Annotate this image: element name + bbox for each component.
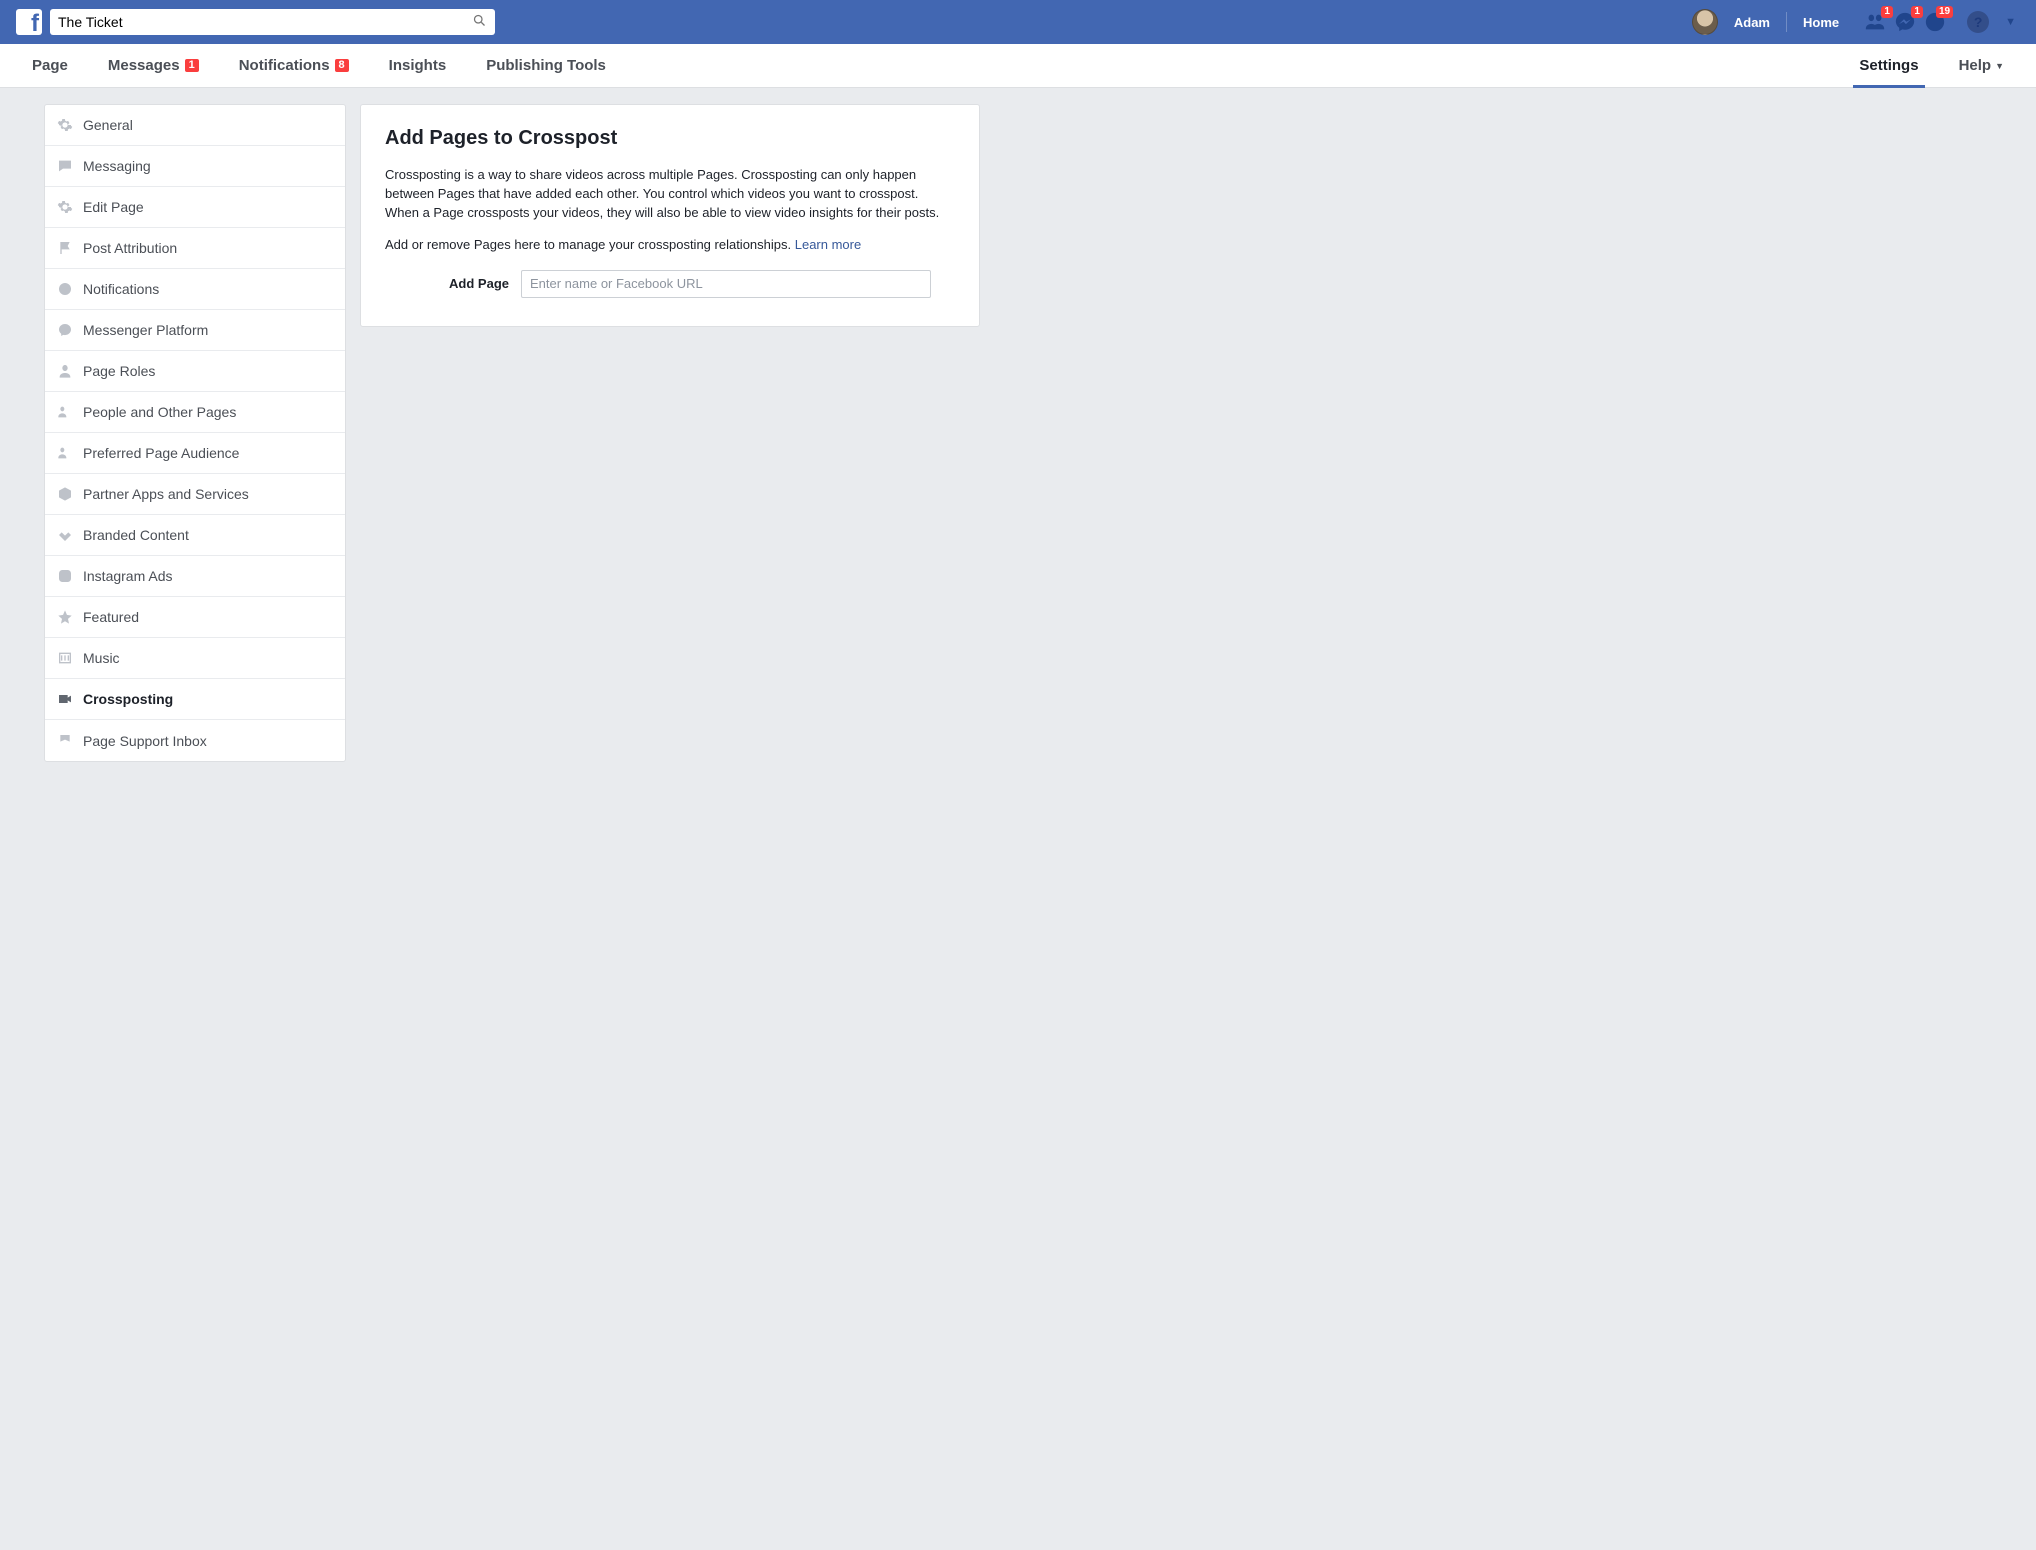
sidebar-item-edit-page[interactable]: Edit Page	[45, 187, 345, 228]
notifications-icon[interactable]: 19	[1921, 8, 1949, 36]
search-wrap	[50, 9, 495, 35]
page-title: Add Pages to Crosspost	[385, 127, 955, 150]
help-icon[interactable]: ?	[1967, 11, 1989, 33]
topbar-right: Adam Home 1 1 19 ? ▼	[1692, 8, 2020, 36]
facebook-logo[interactable]: f	[16, 9, 42, 35]
sidebar-item-label: Messenger Platform	[83, 322, 208, 338]
chevron-down-icon: ▼	[1995, 61, 2004, 71]
sidebar-item-label: Featured	[83, 609, 139, 625]
spacer	[626, 44, 1839, 87]
tab-help[interactable]: Help▼	[1939, 44, 2024, 87]
gear-icon	[57, 199, 73, 215]
sidebar-item-page-roles[interactable]: Page Roles	[45, 351, 345, 392]
sidebar-item-label: Notifications	[83, 281, 159, 297]
person-icon	[57, 363, 73, 379]
add-page-label: Add Page	[409, 276, 509, 291]
sidebar-item-partner-apps[interactable]: Partner Apps and Services	[45, 474, 345, 515]
tab-label: Messages	[108, 57, 180, 74]
settings-menu-caret-icon[interactable]: ▼	[2005, 16, 2016, 28]
sidebar-item-music[interactable]: Music	[45, 638, 345, 679]
friend-requests-icon[interactable]: 1	[1861, 8, 1889, 36]
sidebar-item-branded-content[interactable]: Branded Content	[45, 515, 345, 556]
tab-label: Publishing Tools	[486, 57, 606, 74]
profile-link[interactable]: Adam	[1724, 15, 1780, 30]
description: Crossposting is a way to share videos ac…	[385, 166, 955, 223]
people-icon	[57, 404, 73, 420]
tab-insights[interactable]: Insights	[369, 44, 467, 87]
avatar[interactable]	[1692, 9, 1718, 35]
page-tabs: Page Messages 1 Notifications 8 Insights P…	[0, 44, 2036, 88]
gear-icon	[57, 117, 73, 133]
sidebar-item-label: Post Attribution	[83, 240, 177, 256]
sidebar-item-featured[interactable]: Featured	[45, 597, 345, 638]
flag-icon	[57, 240, 73, 256]
sidebar-item-label: Preferred Page Audience	[83, 445, 239, 461]
messages-count-badge: 1	[185, 59, 199, 72]
search-input[interactable]	[50, 9, 495, 35]
messenger-icon	[57, 322, 73, 338]
add-page-input[interactable]	[521, 270, 931, 298]
learn-more-link[interactable]: Learn more	[795, 237, 861, 252]
sidebar-item-messaging[interactable]: Messaging	[45, 146, 345, 187]
separator	[1786, 12, 1787, 32]
manage-text: Add or remove Pages here to manage your …	[385, 237, 795, 252]
notifications-badge: 19	[1936, 6, 1953, 18]
sidebar-item-crossposting[interactable]: Crossposting	[45, 679, 345, 720]
sidebar-item-people-pages[interactable]: People and Other Pages	[45, 392, 345, 433]
tab-publishing-tools[interactable]: Publishing Tools	[466, 44, 626, 87]
tab-label: Help	[1959, 57, 1992, 74]
sidebar-item-label: Instagram Ads	[83, 568, 173, 584]
icon-group: 1 1 19	[1861, 8, 1949, 36]
tab-notifications[interactable]: Notifications 8	[219, 44, 369, 87]
sidebar-item-preferred-audience[interactable]: Preferred Page Audience	[45, 433, 345, 474]
video-icon	[57, 691, 73, 707]
tab-messages[interactable]: Messages 1	[88, 44, 219, 87]
tab-label: Settings	[1859, 57, 1918, 74]
messenger-icon[interactable]: 1	[1891, 8, 1919, 36]
settings-sidebar: General Messaging Edit Page Post Attribu…	[44, 104, 346, 762]
star-icon	[57, 609, 73, 625]
notifications-count-badge: 8	[335, 59, 349, 72]
sidebar-item-notifications[interactable]: Notifications	[45, 269, 345, 310]
sidebar-item-label: General	[83, 117, 133, 133]
sidebar-item-label: Crossposting	[83, 691, 173, 707]
people-icon	[57, 445, 73, 461]
sidebar-item-label: People and Other Pages	[83, 404, 236, 420]
main-panel: Add Pages to Crosspost Crossposting is a…	[360, 104, 980, 327]
topbar: f Adam Home 1 1 19 ? ▼	[0, 0, 2036, 44]
search-icon[interactable]	[472, 13, 487, 31]
sidebar-item-messenger-platform[interactable]: Messenger Platform	[45, 310, 345, 351]
flag-icon	[57, 733, 73, 749]
sidebar-item-label: Branded Content	[83, 527, 189, 543]
tab-label: Notifications	[239, 57, 330, 74]
tab-label: Page	[32, 57, 68, 74]
box-icon	[57, 486, 73, 502]
sidebar-item-label: Messaging	[83, 158, 151, 174]
sidebar-item-instagram-ads[interactable]: Instagram Ads	[45, 556, 345, 597]
body-wrap: General Messaging Edit Page Post Attribu…	[0, 88, 2036, 778]
sidebar-item-label: Partner Apps and Services	[83, 486, 249, 502]
sidebar-item-label: Page Roles	[83, 363, 155, 379]
sidebar-item-general[interactable]: General	[45, 105, 345, 146]
music-icon	[57, 650, 73, 666]
sidebar-item-support-inbox[interactable]: Page Support Inbox	[45, 720, 345, 761]
sidebar-item-label: Music	[83, 650, 120, 666]
handshake-icon	[57, 527, 73, 543]
chat-icon	[57, 158, 73, 174]
sidebar-item-label: Edit Page	[83, 199, 144, 215]
add-page-row: Add Page	[385, 270, 955, 298]
manage-line: Add or remove Pages here to manage your …	[385, 237, 955, 252]
globe-icon	[57, 281, 73, 297]
tab-label: Insights	[389, 57, 447, 74]
sidebar-item-post-attribution[interactable]: Post Attribution	[45, 228, 345, 269]
tab-settings[interactable]: Settings	[1839, 44, 1938, 87]
tab-page[interactable]: Page	[12, 44, 88, 87]
sidebar-item-label: Page Support Inbox	[83, 733, 207, 749]
home-link[interactable]: Home	[1793, 15, 1849, 30]
instagram-icon	[57, 568, 73, 584]
